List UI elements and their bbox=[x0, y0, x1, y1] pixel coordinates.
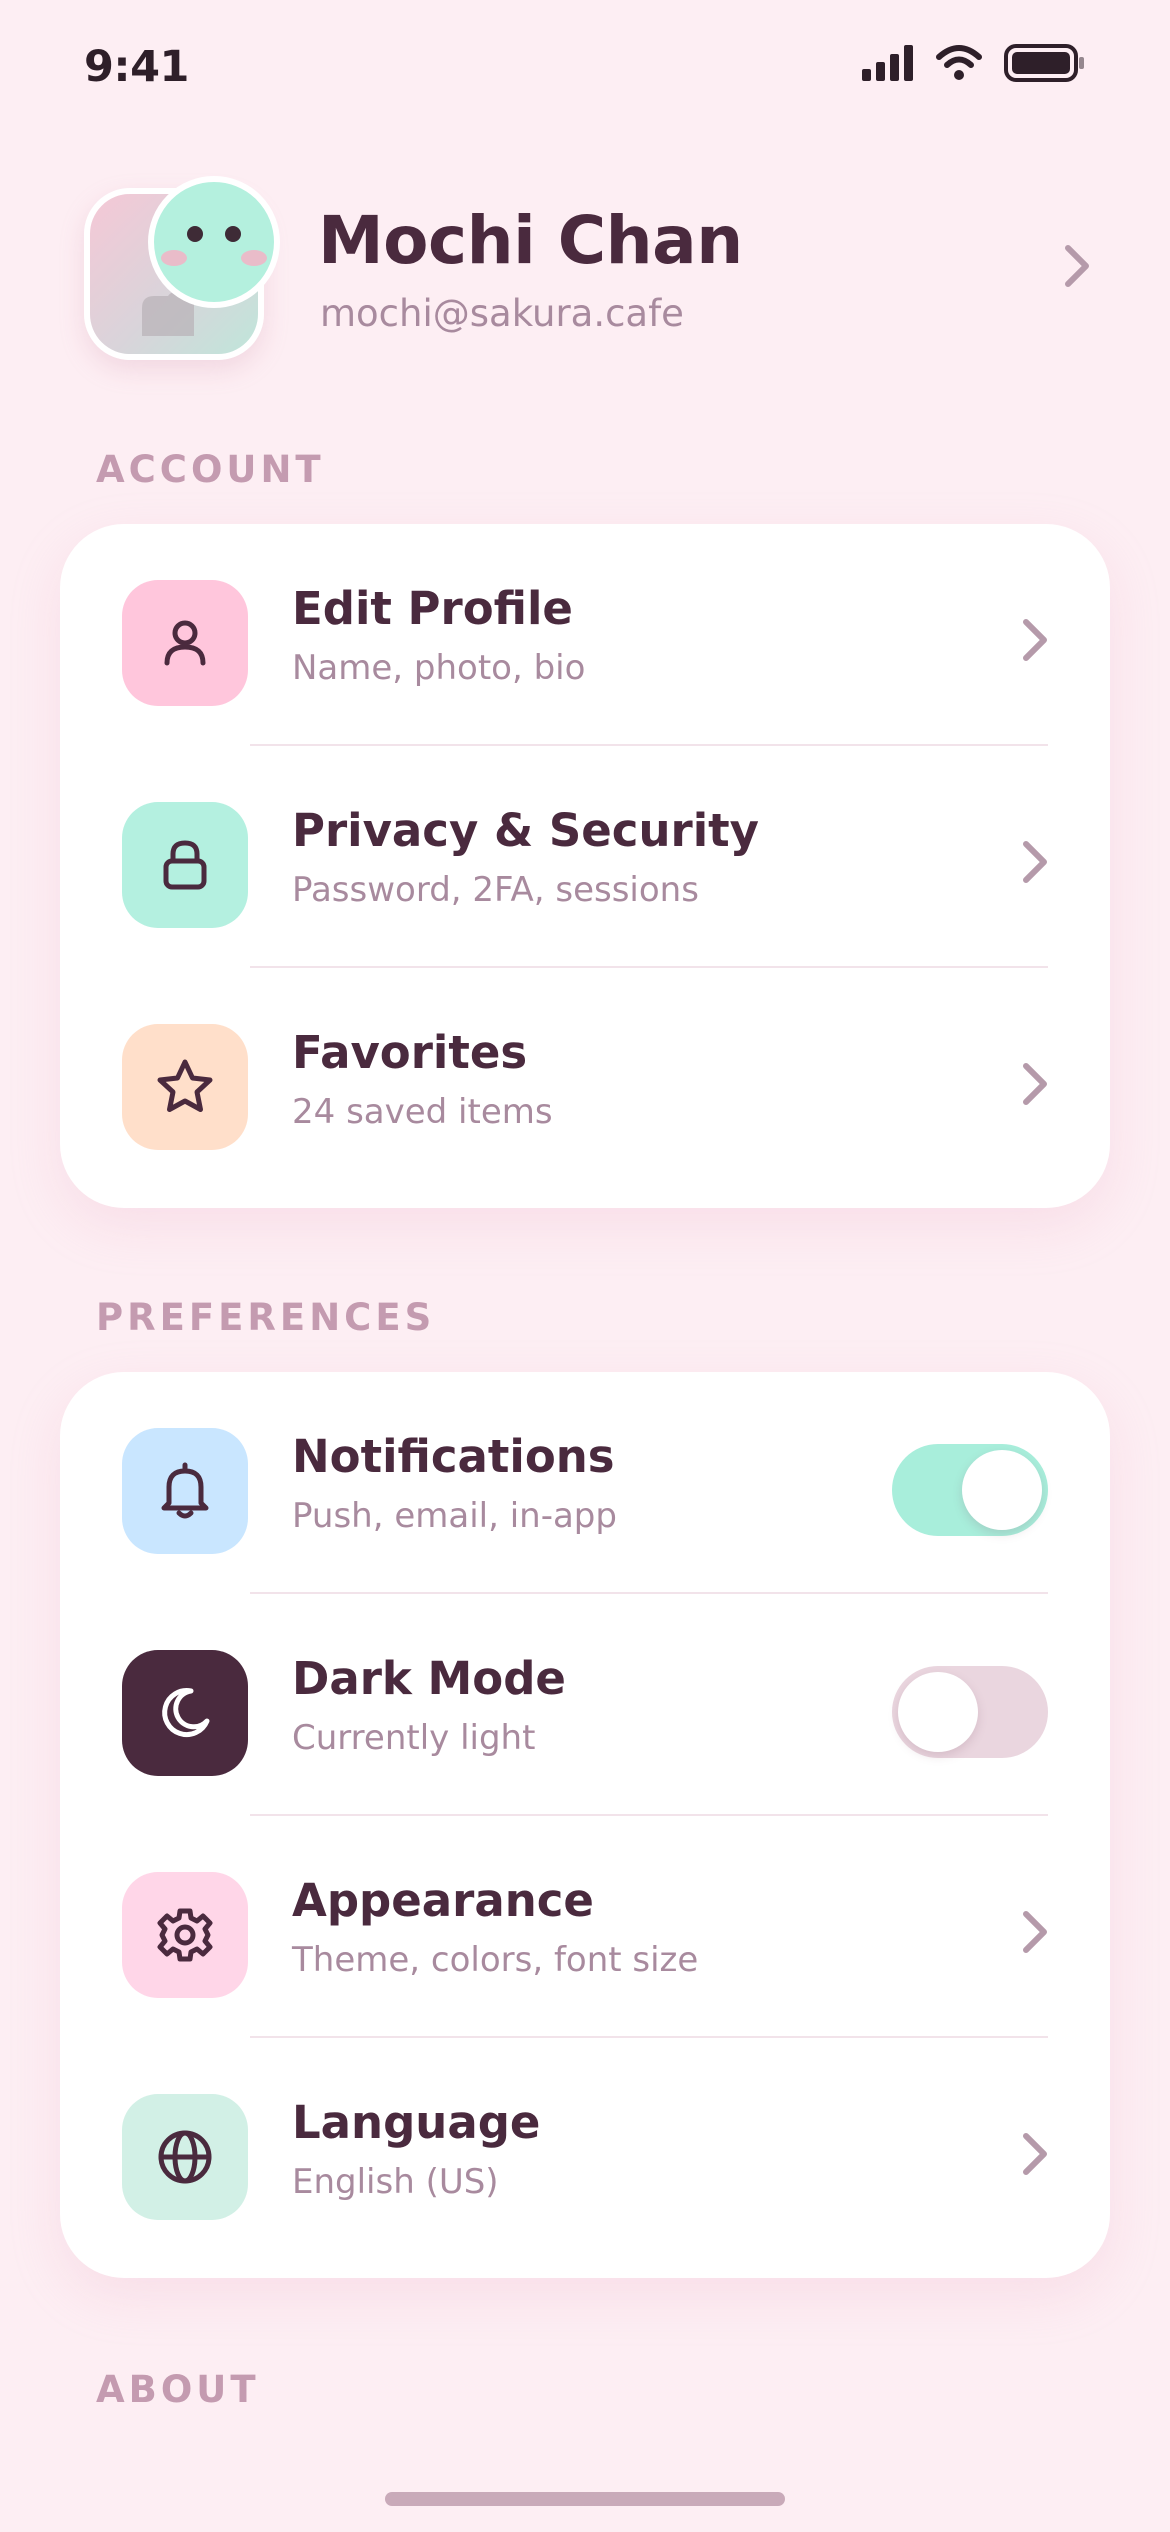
toggle-knob bbox=[962, 1450, 1042, 1530]
chevron-right-icon bbox=[1020, 2130, 1050, 2182]
section-label-preferences: PREFERENCES bbox=[96, 1296, 436, 1339]
row-title: Language bbox=[292, 2096, 541, 2149]
row-subtitle: Currently light bbox=[292, 1718, 536, 1758]
home-indicator bbox=[385, 2492, 785, 2506]
gear-icon bbox=[122, 1872, 248, 1998]
settings-row-notifications: Notifications Push, email, in-app bbox=[60, 1372, 1110, 1594]
row-subtitle: Theme, colors, font size bbox=[292, 1940, 699, 1980]
chevron-right-icon bbox=[1020, 838, 1050, 890]
row-title: Favorites bbox=[292, 1026, 528, 1079]
settings-row-privacy-security[interactable]: Privacy & Security Password, 2FA, sessio… bbox=[60, 746, 1110, 968]
settings-row-appearance[interactable]: Appearance Theme, colors, font size bbox=[60, 1816, 1110, 2038]
profile-email: mochi@sakura.cafe bbox=[320, 292, 684, 335]
chevron-right-icon bbox=[1020, 1060, 1050, 1112]
mochi-face-icon bbox=[148, 176, 280, 308]
avatar[interactable] bbox=[84, 170, 280, 360]
row-subtitle: Name, photo, bio bbox=[292, 648, 586, 688]
row-subtitle: English (US) bbox=[292, 2162, 499, 2202]
preferences-card: Notifications Push, email, in-app Dark M… bbox=[60, 1372, 1110, 2278]
toggle-knob bbox=[898, 1672, 978, 1752]
chevron-right-icon bbox=[1062, 242, 1092, 294]
person-icon bbox=[122, 580, 248, 706]
settings-row-edit-profile[interactable]: Edit Profile Name, photo, bio bbox=[60, 524, 1110, 746]
status-time: 9:41 bbox=[84, 42, 189, 92]
dark-mode-toggle[interactable] bbox=[892, 1666, 1048, 1758]
status-bar: 9:41 bbox=[0, 0, 1170, 130]
chevron-right-icon bbox=[1020, 616, 1050, 668]
row-title: Notifications bbox=[292, 1430, 615, 1483]
wifi-icon bbox=[936, 45, 982, 85]
battery-icon bbox=[1004, 44, 1086, 86]
profile-header[interactable]: Mochi Chan mochi@sakura.cafe bbox=[0, 150, 1170, 380]
settings-row-language[interactable]: Language English (US) bbox=[60, 2038, 1110, 2260]
settings-row-favorites[interactable]: Favorites 24 saved items bbox=[60, 968, 1110, 1190]
profile-name: Mochi Chan bbox=[318, 202, 743, 279]
signal-icon bbox=[862, 45, 914, 85]
bell-icon bbox=[122, 1428, 248, 1554]
account-card: Edit Profile Name, photo, bio Privacy & … bbox=[60, 524, 1110, 1208]
row-title: Privacy & Security bbox=[292, 804, 759, 857]
section-label-about: ABOUT bbox=[96, 2368, 260, 2411]
status-icons bbox=[862, 44, 1086, 86]
row-title: Edit Profile bbox=[292, 582, 573, 635]
star-icon bbox=[122, 1024, 248, 1150]
row-title: Dark Mode bbox=[292, 1652, 566, 1705]
notifications-toggle[interactable] bbox=[892, 1444, 1048, 1536]
moon-icon bbox=[122, 1650, 248, 1776]
globe-icon bbox=[122, 2094, 248, 2220]
row-title: Appearance bbox=[292, 1874, 594, 1927]
section-label-account: ACCOUNT bbox=[96, 448, 325, 491]
chevron-right-icon bbox=[1020, 1908, 1050, 1960]
row-subtitle: 24 saved items bbox=[292, 1092, 553, 1132]
settings-row-dark-mode: Dark Mode Currently light bbox=[60, 1594, 1110, 1816]
lock-icon bbox=[122, 802, 248, 928]
row-subtitle: Push, email, in-app bbox=[292, 1496, 617, 1536]
row-subtitle: Password, 2FA, sessions bbox=[292, 870, 699, 910]
